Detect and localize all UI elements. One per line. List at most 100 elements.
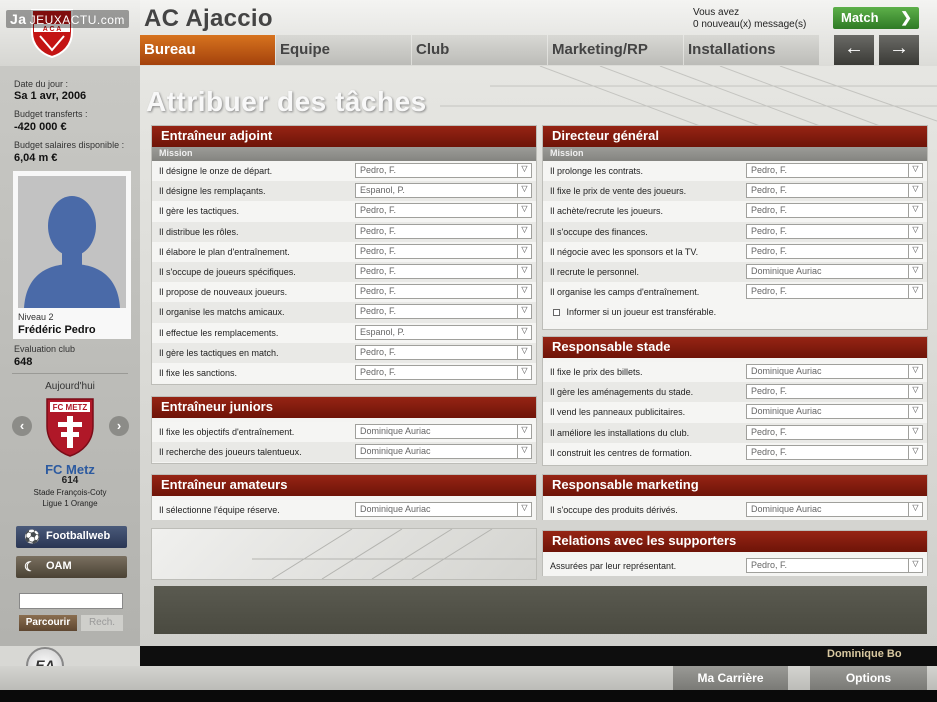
assignee-select[interactable]: Dominique Auriac ▽ [355,424,532,439]
assignee-select[interactable]: Pedro, F. ▽ [355,223,532,239]
assignee-value: Dominique Auriac [751,406,822,417]
dropdown-arrow-icon[interactable]: ▽ [908,385,922,399]
assignee-select[interactable]: Pedro, F. ▽ [746,243,923,259]
crescent-icon: ☾ [24,559,36,574]
assignee-select[interactable]: Dominique Auriac ▽ [746,502,923,517]
assignee-select[interactable]: Pedro, F. ▽ [355,243,532,259]
assignee-select[interactable]: Pedro, F. ▽ [746,183,923,199]
browse-button[interactable]: Parcourir [19,615,77,631]
tab-marketing[interactable]: Marketing/RP [548,35,683,65]
footballweb-label: Footballweb [46,530,111,542]
assignee-select[interactable]: Pedro, F. ▽ [355,344,532,360]
dropdown-arrow-icon[interactable]: ▽ [517,164,531,177]
dropdown-arrow-icon[interactable]: ▽ [517,445,531,459]
bottom-edge [0,690,937,702]
search-input[interactable] [19,593,123,609]
oam-label: OAM [46,560,72,572]
assignee-select[interactable]: Pedro, F. ▽ [355,364,532,380]
footballweb-button[interactable]: ⚽ Footballweb [16,526,127,548]
assignee-select[interactable]: Pedro, F. ▽ [355,203,532,219]
assignee-value: Pedro, F. [360,245,397,256]
dropdown-arrow-icon[interactable]: ▽ [517,204,531,218]
dropdown-arrow-icon[interactable]: ▽ [908,503,922,516]
dropdown-arrow-icon[interactable]: ▽ [517,305,531,319]
task-row: Il s'occupe des produits dérivés. Dominiq… [543,500,927,521]
dropdown-arrow-icon[interactable]: ▽ [517,345,531,359]
assignee-select[interactable]: Pedro, F. ▽ [746,384,923,400]
task-row: Il gère les tactiques. Pedro, F. ▽ [152,201,536,222]
task-row: Il élabore le plan d'entraînement. Pedro,… [152,241,536,262]
dropdown-arrow-icon[interactable]: ▽ [908,184,922,198]
dropdown-arrow-icon[interactable]: ▽ [908,445,922,459]
dropdown-arrow-icon[interactable]: ▽ [517,224,531,238]
tab-club[interactable]: Club [412,35,547,65]
assignee-select[interactable]: Espanol, P. ▽ [355,183,532,199]
assignee-select[interactable]: Dominique Auriac ▽ [746,364,923,379]
task-row: Il gère les aménagements du stade. Pedro,… [543,382,927,403]
assignee-select[interactable]: Pedro, F. ▽ [746,284,923,300]
dropdown-arrow-icon[interactable]: ▽ [517,244,531,258]
dropdown-arrow-icon[interactable]: ▽ [908,405,922,419]
dropdown-arrow-icon[interactable]: ▽ [908,244,922,258]
assignee-select[interactable]: Dominique Auriac ▽ [746,263,923,279]
oam-button[interactable]: ☾ OAM [16,556,127,578]
match-button[interactable]: Match ❯ [833,7,919,29]
dropdown-arrow-icon[interactable]: ▽ [517,264,531,278]
dropdown-arrow-icon[interactable]: ▽ [908,224,922,238]
assignee-select[interactable]: Pedro, F. ▽ [746,163,923,178]
footer-user-name: Dominique Bo [827,648,902,660]
transfer-notify-checkbox-row[interactable]: Informer si un joueur est transférable. [543,302,927,323]
dropdown-arrow-icon[interactable]: ▽ [908,425,922,439]
prev-match-button[interactable]: ‹ [12,416,32,436]
assignee-select[interactable]: Pedro, F. ▽ [746,223,923,239]
search-button[interactable]: Rech. [81,615,123,631]
assignee-select[interactable]: Pedro, F. ▽ [746,444,923,460]
task-label: Il gère les tactiques. [159,206,240,217]
task-row: Il désigne les remplaçants. Espanol, P. ▽ [152,181,536,202]
assignee-value: Pedro, F. [751,225,788,236]
dropdown-arrow-icon[interactable]: ▽ [908,164,922,177]
opponent-crest-icon[interactable]: FC METZ [44,396,96,458]
manager-card[interactable]: Niveau 2 Frédéric Pedro [13,171,131,339]
assignee-select[interactable]: Pedro, F. ▽ [355,284,532,300]
task-row: Il s'occupe des finances. Pedro, F. ▽ [543,221,927,242]
tab-equipe[interactable]: Equipe [276,35,411,65]
tab-bureau[interactable]: Bureau [140,35,275,65]
dropdown-arrow-icon[interactable]: ▽ [908,365,922,378]
assignee-select[interactable]: Pedro, F. ▽ [746,558,923,573]
dropdown-arrow-icon[interactable]: ▽ [908,559,922,572]
assignee-select[interactable]: Dominique Auriac ▽ [746,404,923,420]
dropdown-arrow-icon[interactable]: ▽ [517,365,531,379]
next-match-button[interactable]: › [109,416,129,436]
assignee-select[interactable]: Pedro, F. ▽ [355,263,532,279]
my-career-button[interactable]: Ma Carrière [673,666,788,690]
back-arrow-button[interactable]: ← [834,35,874,65]
assignee-select[interactable]: Pedro, F. ▽ [355,304,532,320]
assignee-select[interactable]: Espanol, P. ▽ [355,324,532,340]
dropdown-arrow-icon[interactable]: ▽ [517,184,531,198]
dropdown-arrow-icon[interactable]: ▽ [517,325,531,339]
sidebar-divider [12,373,128,374]
forward-arrow-button[interactable]: → [879,35,919,65]
dropdown-arrow-icon[interactable]: ▽ [908,264,922,278]
logo-area: A C A Ja JEUXACTU.com [0,0,140,66]
panel-title: Responsable stade [543,337,927,358]
assignee-select[interactable]: Dominique Auriac ▽ [355,502,532,517]
dropdown-arrow-icon[interactable]: ▽ [517,503,531,516]
assignee-select[interactable]: Dominique Auriac ▽ [355,444,532,460]
dropdown-arrow-icon[interactable]: ▽ [517,285,531,299]
dropdown-arrow-icon[interactable]: ▽ [908,285,922,299]
messages-notice[interactable]: Vous avez 0 nouveau(x) message(s) [693,7,806,31]
assignee-select[interactable]: Pedro, F. ▽ [746,203,923,219]
bottom-strip [154,586,927,634]
footer-bar [0,666,937,690]
dropdown-arrow-icon[interactable]: ▽ [908,204,922,218]
assignee-select[interactable]: Pedro, F. ▽ [746,424,923,440]
assignee-value: Pedro, F. [360,346,397,357]
task-label: Il sélectionne l'équipe réserve. [159,505,280,515]
transfer-notify-checkbox[interactable] [553,309,560,317]
tab-installations[interactable]: Installations [684,35,819,65]
dropdown-arrow-icon[interactable]: ▽ [517,425,531,438]
assignee-select[interactable]: Pedro, F. ▽ [355,163,532,178]
options-button[interactable]: Options [810,666,927,690]
